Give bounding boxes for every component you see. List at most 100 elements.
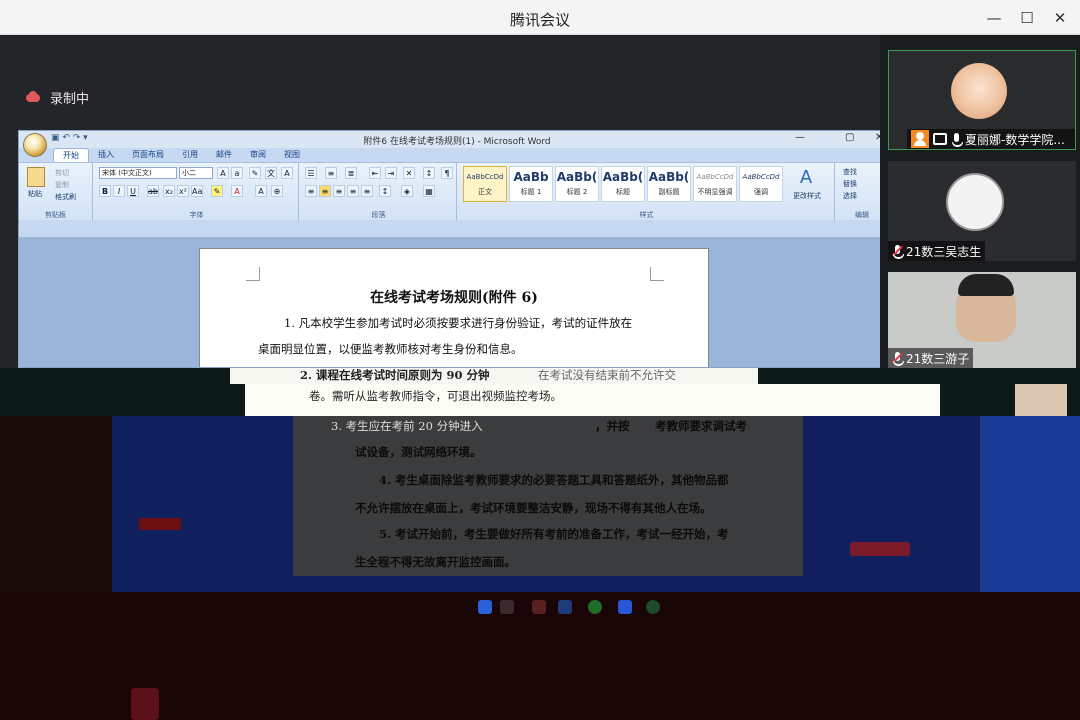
screen-share-icon — [933, 133, 947, 145]
paste-label[interactable]: 粘贴 — [28, 189, 42, 199]
shrink-font-icon[interactable]: a — [231, 167, 243, 179]
shading-icon[interactable]: ◈ — [401, 185, 413, 197]
select-button[interactable]: 选择 — [843, 191, 857, 201]
sort-icon[interactable]: ↕ — [423, 167, 435, 179]
taskbar-app-icon[interactable] — [478, 600, 492, 614]
font-name-select[interactable]: 宋体 (中文正文) — [99, 167, 177, 179]
phonetic-guide-icon[interactable]: 文 — [265, 167, 277, 179]
distributed-icon[interactable]: ≡ — [361, 185, 373, 197]
align-left-icon[interactable]: ≡ — [305, 185, 317, 197]
rule2-line1b: 在考试没有结束前不允许交 — [538, 368, 676, 382]
change-styles-label[interactable]: 更改样式 — [793, 191, 821, 201]
style-normal[interactable]: AaBbCcDd 正文 — [463, 166, 507, 202]
participant-thumbnail[interactable] — [1015, 384, 1067, 416]
avatar — [946, 173, 1004, 231]
rule2-line2: 卷。需听从监考教师指令，可退出视频监控考场。 — [309, 389, 562, 403]
style-emphasis[interactable]: AaBbCcDd 强调 — [739, 166, 783, 202]
font-group: 宋体 (中文正文) 小二 A a ✎ 文 A B I U ab x₂ x² Aa… — [95, 163, 299, 221]
document-title: 在线考试考场规则(附件 6) — [370, 290, 538, 306]
cut-button[interactable]: 剪切 — [55, 168, 69, 178]
style-heading1[interactable]: AaBb 标题 1 — [509, 166, 553, 202]
align-right-icon[interactable]: ≡ — [333, 185, 345, 197]
enclosed-char-icon[interactable]: ⊕ — [271, 185, 283, 197]
format-painter-button[interactable]: 格式刷 — [55, 192, 76, 202]
taskbar-app-icon[interactable] — [558, 600, 572, 614]
line-spacing-icon[interactable]: ↕ — [379, 185, 391, 197]
rule3-line1c: 考教师要求调试考 — [655, 419, 747, 433]
bold-icon[interactable]: B — [99, 185, 111, 197]
superscript-icon[interactable]: x² — [177, 185, 189, 197]
tab-view[interactable]: 视图 — [275, 148, 309, 162]
grow-font-icon[interactable]: A — [217, 167, 229, 179]
user-icon — [131, 688, 159, 720]
minimize-icon[interactable]: — — [982, 6, 1006, 30]
recording-indicator[interactable]: 录制中 — [24, 87, 89, 107]
replace-button[interactable]: 替换 — [843, 179, 857, 189]
change-styles-icon[interactable]: A — [795, 167, 817, 189]
text-direction-icon[interactable]: ✕ — [403, 167, 415, 179]
word-title: 附件6 在线考试考场规则(1) - Microsoft Word — [363, 137, 551, 147]
taskbar-app-icon[interactable] — [618, 600, 632, 614]
style-heading2[interactable]: AaBb( 标题 2 — [555, 166, 599, 202]
style-subtle-emphasis[interactable]: AaBbCcDd 不明显强调 — [693, 166, 737, 202]
participant-tile[interactable]: 21数三游子 — [888, 272, 1076, 368]
style-title[interactable]: AaBb( 标题 — [601, 166, 645, 202]
taskbar-app-icon[interactable] — [532, 600, 546, 614]
font-size-select[interactable]: 小二 — [179, 167, 213, 179]
meeting-app: 腾讯会议 — ☐ ✕ 录制中 ▣ ↶ ↷ ▾ 附件6 在线考试考场规则(1) -… — [0, 0, 1080, 720]
decrease-indent-icon[interactable]: ⇤ — [369, 167, 381, 179]
numbering-icon[interactable]: ≡ — [325, 167, 337, 179]
participant-name: 21数三游子 — [906, 351, 970, 366]
maximize-icon[interactable]: ☐ — [1015, 6, 1039, 30]
bullets-icon[interactable]: ☰ — [305, 167, 317, 179]
show-marks-icon[interactable]: ¶ — [441, 167, 453, 179]
close-icon[interactable]: ✕ — [1048, 6, 1072, 30]
word-window: ▣ ↶ ↷ ▾ 附件6 在线考试考场规则(1) - Microsoft Word… — [18, 130, 896, 368]
cloud-record-icon — [24, 91, 42, 103]
mic-icon — [951, 132, 963, 147]
tab-review[interactable]: 审阅 — [241, 148, 275, 162]
font-color-icon[interactable]: A — [231, 185, 243, 197]
word-title-bar: ▣ ↶ ↷ ▾ 附件6 在线考试考场规则(1) - Microsoft Word… — [19, 131, 895, 157]
taskbar-app-icon[interactable] — [500, 600, 514, 614]
tab-references[interactable]: 引用 — [173, 148, 207, 162]
participant-tile-host[interactable]: 夏丽娜-数学学院... — [888, 50, 1076, 150]
rule3-line2: 试设备，测试网络环境。 — [355, 445, 482, 459]
subscript-icon[interactable]: x₂ — [163, 185, 175, 197]
tab-home[interactable]: 开始 — [53, 148, 89, 162]
document-fragment: 2. 课程在线考试时间原则为 90 分钟 在考试没有结束前不允许交 — [230, 368, 758, 384]
participant-gallery: 夏丽娜-数学学院... 21数三吴志生 21数三游子 — [880, 35, 1080, 368]
rule1-line2: 桌面明显位置，以便监考教师核对考生身份和信息。 — [258, 342, 523, 356]
margin-mark — [650, 267, 664, 281]
taskbar-app-icon[interactable] — [646, 600, 660, 614]
taskbar-app-icon[interactable] — [588, 600, 602, 614]
strikethrough-icon[interactable]: ab — [147, 185, 159, 197]
tab-page-layout[interactable]: 页面布局 — [123, 148, 173, 162]
italic-icon[interactable]: I — [113, 185, 125, 197]
char-border-icon[interactable]: A — [281, 167, 293, 179]
tab-insert[interactable]: 插入 — [89, 148, 123, 162]
highlight-icon[interactable]: ✎ — [211, 185, 223, 197]
style-subtitle[interactable]: AaBb( 副标题 — [647, 166, 691, 202]
copy-button[interactable]: 复制 — [55, 180, 69, 190]
tab-mailings[interactable]: 邮件 — [207, 148, 241, 162]
find-button[interactable]: 查找 — [843, 167, 857, 177]
multilevel-list-icon[interactable]: ≣ — [345, 167, 357, 179]
word-maximize-icon[interactable]: ▢ — [845, 132, 854, 143]
participant-tile[interactable]: 21数三吴志生 — [888, 161, 1076, 261]
document-page[interactable]: 在线考试考场规则(附件 6) 1. 凡本校学生参加考试时必须按要求进行身份验证，… — [199, 248, 709, 367]
align-center-icon[interactable]: ≡ — [319, 185, 331, 197]
char-shading-icon[interactable]: A — [255, 185, 267, 197]
word-minimize-icon[interactable]: — — [795, 132, 805, 143]
underline-icon[interactable]: U — [127, 185, 139, 197]
paste-icon[interactable] — [27, 167, 45, 187]
recording-label: 录制中 — [50, 91, 90, 107]
clipboard-group: 粘贴 剪切 复制 格式刷 剪贴板 — [19, 163, 93, 221]
change-case-icon[interactable]: Aa — [191, 185, 203, 197]
borders-icon[interactable]: ▦ — [423, 185, 435, 197]
document-fragment: 3. 考生应在考前 20 分钟进入 ，并按 考教师要求调试考 试设备，测试网络环… — [293, 416, 803, 576]
justify-icon[interactable]: ≡ — [347, 185, 359, 197]
rule3-line1: 3. 考生应在考前 20 分钟进入 — [331, 419, 483, 433]
increase-indent-icon[interactable]: ⇥ — [385, 167, 397, 179]
clear-format-icon[interactable]: ✎ — [249, 167, 261, 179]
